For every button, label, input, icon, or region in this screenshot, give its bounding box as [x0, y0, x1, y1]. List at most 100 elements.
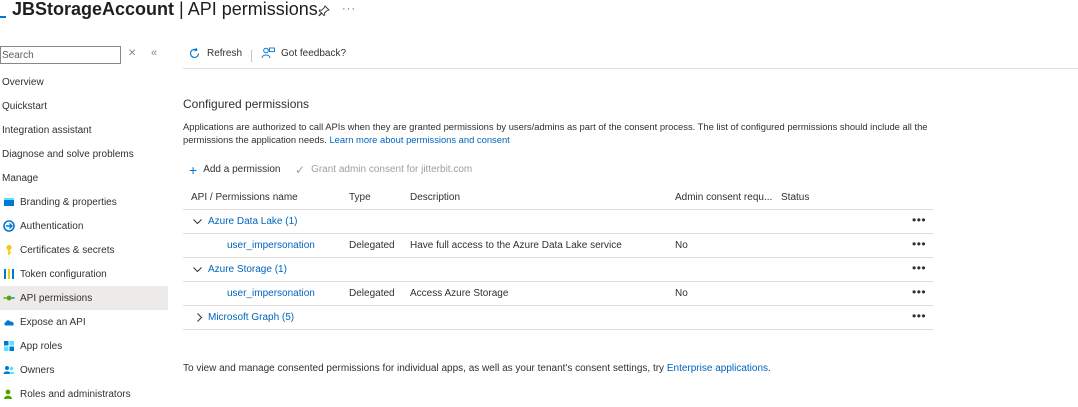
sidebar-item-authentication[interactable]: Authentication [0, 214, 168, 238]
sidebar-item-expose-api[interactable]: Expose an API [0, 310, 168, 334]
sidebar-item-label: API permissions [20, 292, 93, 304]
authentication-icon [3, 220, 15, 232]
table-row[interactable]: user_impersonation Delegated Access Azur… [183, 282, 933, 306]
page-name: API permissions [187, 0, 318, 19]
branding-icon [3, 196, 15, 208]
sidebar-item-token-configuration[interactable]: Token configuration [0, 262, 168, 286]
collapse-sidebar-icon[interactable]: « [151, 47, 157, 59]
sidebar-item-branding[interactable]: Branding & properties [0, 190, 168, 214]
more-options-icon[interactable]: ··· [342, 3, 356, 15]
sidebar-item-label: Overview [2, 76, 44, 88]
header-accent [0, 16, 6, 18]
table-row[interactable]: Azure Storage (1) ••• [183, 258, 933, 282]
sidebar-item-certificates[interactable]: Certificates & secrets [0, 238, 168, 262]
chevron-down-icon[interactable] [193, 217, 202, 226]
table-row[interactable]: Azure Data Lake (1) ••• [183, 210, 933, 234]
column-header-admin-consent[interactable]: Admin consent requ... [675, 192, 772, 203]
table-row[interactable]: Microsoft Graph (5) ••• [183, 306, 933, 330]
table-header: API / Permissions name Type Description … [183, 188, 933, 210]
resource-name: JBStorageAccount [12, 0, 175, 19]
row-more-icon[interactable]: ••• [912, 285, 926, 299]
footer-text: To view and manage consented permissions… [183, 363, 667, 374]
footer-end: . [768, 363, 771, 374]
permission-description: Access Azure Storage [410, 288, 509, 299]
token-icon [3, 268, 15, 280]
admin-consent-value: No [675, 240, 688, 251]
refresh-icon [189, 47, 200, 59]
sidebar-item-owners[interactable]: Owners [0, 358, 168, 382]
command-bar: Refresh Got feedback? [183, 44, 1078, 69]
permission-name[interactable]: user_impersonation [227, 240, 315, 251]
title-separator: | [174, 0, 188, 19]
search-input[interactable]: Search [0, 46, 121, 64]
sidebar-item-overview[interactable]: Overview [0, 70, 168, 94]
sidebar-item-label: Integration assistant [2, 124, 92, 136]
column-header-status[interactable]: Status [781, 192, 809, 203]
api-permissions-icon [3, 292, 15, 304]
table-row[interactable]: user_impersonation Delegated Have full a… [183, 234, 933, 258]
sidebar-item-label: Token configuration [20, 268, 107, 280]
sidebar-item-label: App roles [20, 340, 63, 352]
chevron-down-icon[interactable] [193, 265, 202, 274]
row-more-icon[interactable]: ••• [912, 213, 926, 227]
sidebar-item-label: Expose an API [20, 316, 86, 328]
permission-type: Delegated [349, 288, 395, 299]
refresh-label: Refresh [207, 48, 243, 59]
page-title: JBStorageAccount | API permissions [12, 0, 318, 20]
add-permission-label: Add a permission [203, 164, 281, 175]
feedback-label: Got feedback? [281, 48, 347, 59]
sidebar-section-manage: Manage [0, 166, 168, 190]
add-icon: + [189, 161, 198, 178]
owners-icon [3, 364, 15, 376]
row-more-icon[interactable]: ••• [912, 309, 926, 323]
add-permission-button[interactable]: + Add a permission [189, 161, 281, 178]
enterprise-applications-link[interactable]: Enterprise applications [667, 363, 768, 374]
toolbar-divider [251, 50, 252, 62]
grant-admin-consent-button[interactable]: ✓ Grant admin consent for jitterbit.com [295, 162, 473, 177]
column-header-api[interactable]: API / Permissions name [191, 192, 298, 203]
sidebar-item-label: Diagnose and solve problems [2, 148, 134, 160]
section-title: Configured permissions [183, 97, 310, 111]
column-header-type[interactable]: Type [349, 192, 371, 203]
permission-name[interactable]: user_impersonation [227, 288, 315, 299]
sidebar-item-integration-assistant[interactable]: Integration assistant [0, 118, 168, 142]
permissions-description: Applications are authorized to call APIs… [183, 121, 943, 146]
app-roles-icon [3, 340, 15, 352]
roles-icon [3, 388, 15, 400]
cloud-icon [3, 316, 15, 328]
sidebar-item-api-permissions[interactable]: API permissions [0, 286, 168, 310]
sidebar-item-label: Quickstart [2, 100, 48, 112]
row-more-icon[interactable]: ••• [912, 261, 926, 275]
api-group-name[interactable]: Microsoft Graph (5) [208, 312, 294, 323]
feedback-button[interactable]: Got feedback? [261, 47, 346, 60]
sidebar-item-label: Authentication [20, 220, 84, 232]
grant-consent-label: Grant admin consent for jitterbit.com [311, 164, 473, 175]
row-more-icon[interactable]: ••• [912, 237, 926, 251]
permission-type: Delegated [349, 240, 395, 251]
key-icon [3, 244, 15, 256]
chevron-right-icon[interactable] [195, 313, 204, 322]
sidebar-item-diagnose[interactable]: Diagnose and solve problems [0, 142, 168, 166]
sidebar: Search ✕ « Overview Quickstart Integrati… [0, 44, 168, 407]
learn-more-link[interactable]: Learn more about permissions and consent [329, 134, 509, 145]
api-group-name[interactable]: Azure Data Lake (1) [208, 216, 298, 227]
api-group-name[interactable]: Azure Storage (1) [208, 264, 287, 275]
refresh-button[interactable]: Refresh [188, 47, 242, 60]
page-header: JBStorageAccount | API permissions ··· [0, 0, 1078, 26]
sidebar-item-label: Roles and administrators [20, 388, 131, 400]
sidebar-section-label: Manage [2, 172, 39, 184]
column-header-description[interactable]: Description [410, 192, 460, 203]
permission-description: Have full access to the Azure Data Lake … [410, 240, 622, 251]
pin-icon[interactable] [318, 5, 330, 17]
sidebar-item-label: Branding & properties [20, 196, 117, 208]
sidebar-item-label: Certificates & secrets [20, 244, 115, 256]
search-placeholder: Search [2, 50, 34, 61]
clear-search-icon[interactable]: ✕ [128, 48, 136, 59]
sidebar-item-roles-administrators[interactable]: Roles and administrators [0, 382, 168, 406]
sidebar-item-label: Owners [20, 364, 55, 376]
checkmark-icon: ✓ [295, 162, 306, 177]
sidebar-item-app-roles[interactable]: App roles [0, 334, 168, 358]
consent-footer-note: To view and manage consented permissions… [183, 363, 771, 374]
sidebar-item-quickstart[interactable]: Quickstart [0, 94, 168, 118]
feedback-icon [261, 47, 275, 59]
